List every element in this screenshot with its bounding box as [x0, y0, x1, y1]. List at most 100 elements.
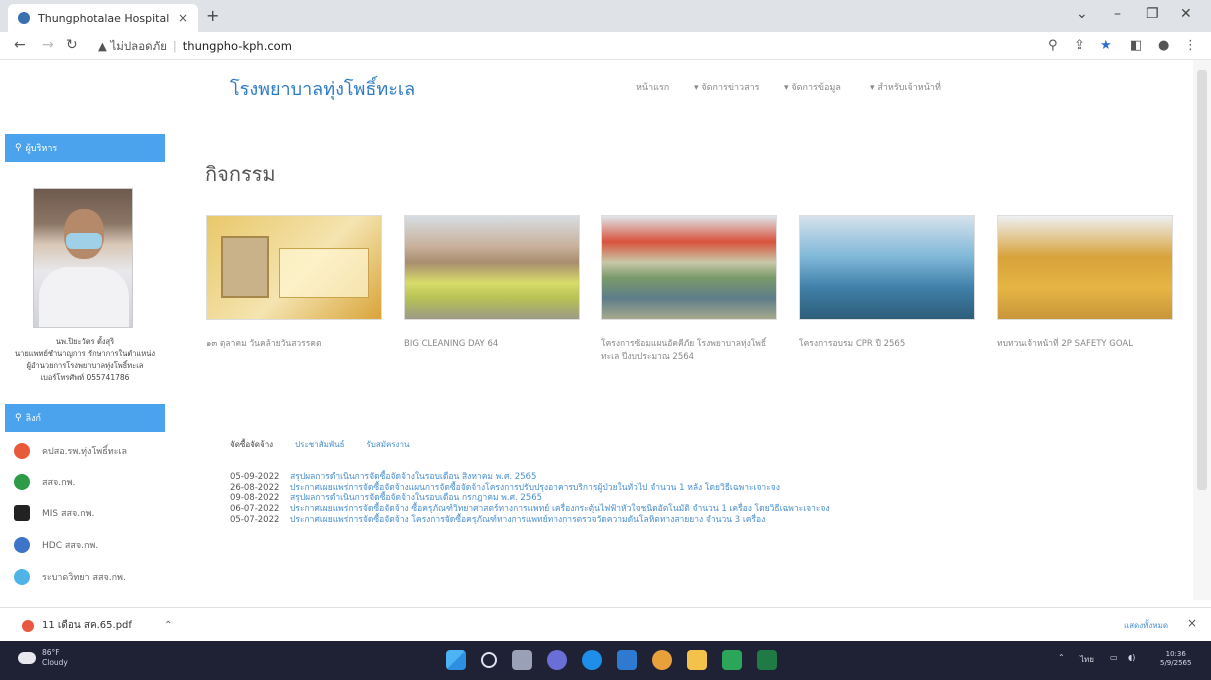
clock-time: 10:36 [1165, 650, 1186, 658]
list-item: 05-07-2022 ประกาศเผยแพร่การจัดซื้อจัดจ้า… [230, 515, 830, 526]
browser-tab[interactable]: Thungphotalae Hospital × [8, 4, 198, 32]
post-link[interactable]: สรุปผลการดำเนินการจัดซื้อจัดจ้างในรอบเดื… [290, 472, 536, 483]
post-link[interactable]: ประกาศเผยแพร่การจัดซื้อจัดจ้าง ซื้อครุภั… [290, 504, 830, 515]
tab-search-icon[interactable]: ⌄ [1076, 6, 1088, 22]
mis-logo-icon [14, 505, 30, 521]
task-view-icon[interactable] [512, 650, 532, 670]
activity-thumbnail[interactable] [997, 215, 1173, 320]
ssj-logo-icon [14, 474, 30, 490]
volume-icon[interactable]: ◖) [1128, 653, 1135, 662]
activity-thumbnail[interactable] [206, 215, 382, 320]
activity-caption[interactable]: ๑๓ ตุลาคม วันคล้ายวันสวรรคต [206, 338, 382, 351]
activity-card[interactable]: โครงการซ้อมแผนอัคคีภัย โรงพยาบาลทุ่งโพธิ… [601, 215, 777, 364]
site-favicon-icon [18, 12, 30, 24]
site-title[interactable]: โรงพยาบาลทุ่งโพธิ์ทะเล [230, 74, 415, 103]
sidebar-link-ssj[interactable]: สสจ.กพ. [14, 474, 75, 490]
teams-chat-icon[interactable] [547, 650, 567, 670]
weather-desc: Cloudy [42, 657, 68, 667]
input-language[interactable]: ไทย [1080, 653, 1094, 666]
list-item: 05-09-2022 สรุปผลการดำเนินการจัดซื้อจัดจ… [230, 472, 830, 483]
tab-procurement[interactable]: จัดซื้อจัดจ้าง [230, 438, 273, 451]
nav-news[interactable]: ▾ จัดการข่าวสาร [694, 80, 759, 94]
list-item: 26-08-2022 ประกาศเผยแพร่การจัดซื้อจัดจ้า… [230, 483, 830, 494]
clock[interactable]: 10:36 5/9/2565 [1160, 650, 1191, 669]
excel-icon[interactable] [757, 650, 777, 670]
activity-thumbnail[interactable] [799, 215, 975, 320]
bookmark-star-icon[interactable]: ★ [1100, 38, 1112, 53]
pdf-file-icon [22, 619, 34, 632]
download-filename: 11 เดือน สค.65.pdf [42, 620, 132, 631]
director-role: ผู้อำนวยการโรงพยาบาลทุ่งโพธิ์ทะเล [26, 361, 144, 370]
menu-kebab-icon[interactable]: ⋮ [1184, 38, 1197, 53]
sidebar-link-label: MIS สสจ.กพ. [42, 509, 95, 519]
weather-widget[interactable]: 86°F Cloudy [18, 648, 68, 668]
download-item[interactable]: 11 เดือน สค.65.pdf ⌃ [22, 618, 172, 633]
post-tabs: จัดซื้อจัดจ้าง ประชาสัมพันธ์ รับสมัครงาน [230, 438, 410, 451]
window-close-button[interactable]: ✕ [1180, 6, 1192, 22]
sidebar-link-label: ระบาดวิทยา สสจ.กพ. [42, 573, 126, 583]
tab-close-button[interactable]: × [178, 11, 188, 25]
download-bar: 11 เดือน สค.65.pdf ⌃ แสดงทั้งหมด × [0, 607, 1211, 641]
search-icon: ⚲ [15, 413, 22, 423]
post-link[interactable]: ประกาศเผยแพร่การจัดซื้อจัดจ้าง โครงการจั… [290, 515, 765, 526]
nav-staff[interactable]: ▾ สำหรับเจ้าหน้าที่ [870, 80, 941, 94]
sidebar-link-cpho[interactable]: คปสอ.รพ.ทุ่งโพธิ์ทะเล [14, 443, 127, 459]
search-icon[interactable] [481, 652, 497, 668]
activity-card[interactable]: ๑๓ ตุลาคม วันคล้ายวันสวรรคต [206, 215, 382, 351]
minimize-button[interactable]: – [1114, 6, 1121, 22]
show-all-downloads-link[interactable]: แสดงทั้งหมด [1124, 619, 1168, 632]
tray-chevron-up-icon[interactable]: ⌃ [1058, 653, 1065, 662]
director-header-label: ผู้บริหาร [25, 144, 58, 154]
activity-caption[interactable]: โครงการซ้อมแผนอัคคีภัย โรงพยาบาลทุ่งโพธิ… [601, 338, 777, 364]
chrome-browser-icon[interactable] [652, 650, 672, 670]
scrollbar-thumb[interactable] [1197, 70, 1207, 490]
activity-caption[interactable]: ทบทวนเจ้าหน้าที่ 2P SAFETY GOAL [997, 338, 1173, 351]
tab-announcements[interactable]: ประชาสัมพันธ์ [295, 438, 344, 451]
activity-card[interactable]: BIG CLEANING DAY 64 [404, 215, 580, 351]
sidebar-link-epidem[interactable]: ระบาดวิทยา สสจ.กพ. [14, 569, 126, 585]
profile-icon[interactable]: ● [1158, 38, 1169, 53]
sidebar-link-label: HDC สสจ.กพ. [42, 541, 99, 551]
edge-browser-icon[interactable] [582, 650, 602, 670]
nav-home[interactable]: หน้าแรก [636, 80, 669, 94]
file-explorer-icon[interactable] [687, 650, 707, 670]
zoom-search-icon[interactable]: ⚲ [1048, 38, 1058, 53]
maximize-button[interactable]: ❐ [1146, 6, 1159, 22]
director-phone: เบอร์โทรศัพท์ 055741786 [40, 373, 130, 382]
search-icon: ⚲ [15, 143, 22, 153]
address-bar: ← → ↻ ▲ ไม่ปลอดภัย | thungpho-kph.com ⚲ ⇪ … [0, 32, 1211, 60]
network-icon[interactable]: ▭ [1110, 653, 1118, 662]
line-app-icon[interactable] [722, 650, 742, 670]
page-scrollbar[interactable] [1193, 60, 1211, 600]
side-panel-icon[interactable]: ◧ [1130, 38, 1142, 53]
close-download-bar-button[interactable]: × [1187, 616, 1197, 630]
post-link[interactable]: ประกาศเผยแพร่การจัดซื้อจัดจ้างแผนการจัดซ… [290, 483, 780, 494]
sidebar-link-hdc[interactable]: HDC สสจ.กพ. [14, 537, 98, 553]
nav-data[interactable]: ▾ จัดการข้อมูล [784, 80, 841, 94]
new-tab-button[interactable]: + [206, 6, 219, 25]
tab-recruitment[interactable]: รับสมัครงาน [366, 438, 409, 451]
post-date: 06-07-2022 [230, 503, 280, 514]
activity-caption[interactable]: โครงการอบรม CPR ปี 2565 [799, 338, 975, 351]
back-arrow-icon[interactable]: ← [14, 37, 26, 53]
forward-arrow-icon[interactable]: → [42, 37, 54, 53]
tab-title: Thungphotalae Hospital [38, 11, 170, 25]
url-warning[interactable]: ▲ ไม่ปลอดภัย [98, 39, 167, 53]
windows-start-icon[interactable] [446, 650, 466, 670]
director-info: นพ.ปิยะวัตร ตั้งสุริ นายแพทย์ชำนาญการ รั… [0, 336, 170, 384]
activity-caption[interactable]: BIG CLEANING DAY 64 [404, 338, 580, 351]
post-date: 05-07-2022 [230, 514, 280, 525]
clock-date: 5/9/2565 [1160, 659, 1192, 668]
sidebar-link-mis[interactable]: MIS สสจ.กพ. [14, 505, 94, 521]
url-field[interactable]: ▲ ไม่ปลอดภัย | thungpho-kph.com [98, 38, 292, 56]
store-icon[interactable] [617, 650, 637, 670]
activity-thumbnail[interactable] [601, 215, 777, 320]
activity-card[interactable]: โครงการอบรม CPR ปี 2565 [799, 215, 975, 351]
chevron-up-icon[interactable]: ⌃ [164, 620, 172, 631]
reload-icon[interactable]: ↻ [66, 37, 78, 53]
activity-card[interactable]: ทบทวนเจ้าหน้าที่ 2P SAFETY GOAL [997, 215, 1173, 351]
activity-thumbnail[interactable] [404, 215, 580, 320]
sidebar-link-label: คปสอ.รพ.ทุ่งโพธิ์ทะเล [42, 447, 128, 457]
post-link[interactable]: สรุปผลการดำเนินการจัดซื้อจัดจ้างในรอบเดื… [290, 493, 542, 504]
share-icon[interactable]: ⇪ [1074, 38, 1085, 53]
